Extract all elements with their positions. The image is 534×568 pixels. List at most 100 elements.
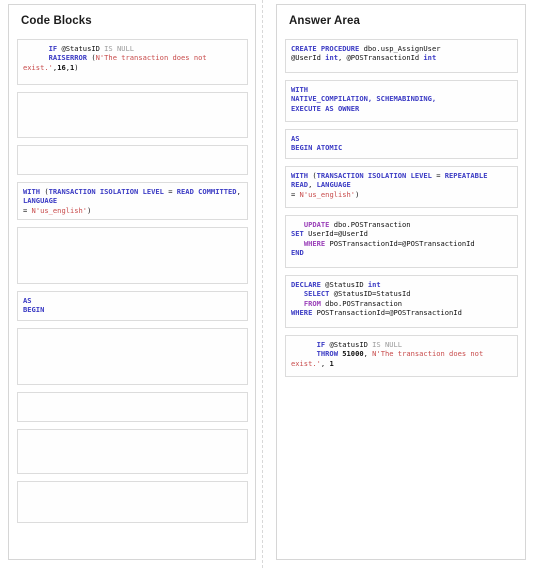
code-token: = xyxy=(431,171,445,180)
code-line: = N'us_english') xyxy=(291,190,512,199)
code-token: LANGUAGE xyxy=(23,196,58,206)
code-block[interactable]: IF @StatusID IS NULL RAISERROR (N'The tr… xyxy=(17,39,248,85)
code-blocks-list: IF @StatusID IS NULL RAISERROR (N'The tr… xyxy=(9,39,255,523)
code-token: WITH xyxy=(291,85,309,94)
code-token: = xyxy=(23,205,32,215)
code-token: N'us_english' xyxy=(31,205,88,215)
code-token: = xyxy=(163,187,177,196)
code-token: BEGIN ATOMIC xyxy=(291,143,343,153)
code-block-empty[interactable] xyxy=(17,227,248,284)
code-token: TRANSACTION ISOLATION LEVEL xyxy=(48,187,164,196)
answer-area-title: Answer Area xyxy=(289,15,360,27)
code-block[interactable]: DECLARE @StatusID int SELECT @StatusID=S… xyxy=(285,275,518,328)
code-token: , xyxy=(236,187,246,196)
code-token: @UserId xyxy=(291,53,326,63)
code-token: @StatusID xyxy=(325,340,373,349)
code-token: WITH xyxy=(23,187,41,196)
code-block[interactable]: CREATE PROCEDURE dbo.usp_AssignUser @User… xyxy=(285,39,518,73)
code-token: UserId=@UserId xyxy=(303,229,368,239)
code-token: TRANSACTION ISOLATION LEVEL xyxy=(316,171,432,180)
code-blocks-panel: Code Blocks IF @StatusID IS NULL RAISERR… xyxy=(8,4,256,560)
code-token: WHERE xyxy=(303,238,326,248)
code-line: WHERE POSTransactionId=@POSTransactionId xyxy=(291,239,512,248)
code-token: WHERE xyxy=(291,308,313,318)
code-line: END xyxy=(291,248,512,257)
code-line: WHERE POSTransactionId=@POSTransactionId xyxy=(291,308,512,317)
code-line: THROW 51000, N'The transaction does not … xyxy=(291,349,512,368)
code-token: ( xyxy=(40,187,49,196)
code-token: SELECT xyxy=(303,289,330,299)
code-line: BEGIN ATOMIC xyxy=(291,143,512,152)
code-block-empty[interactable] xyxy=(17,92,248,138)
code-line: SET UserId=@UserId xyxy=(291,229,512,238)
code-line: EXECUTE AS OWNER xyxy=(291,104,512,113)
code-token: = xyxy=(291,189,300,199)
code-token: IS NULL xyxy=(104,44,135,53)
code-token: int xyxy=(423,53,437,63)
code-block[interactable]: WITH NATIVE_COMPILATION, SCHEMABINDING, EX… xyxy=(285,80,518,122)
code-line: NATIVE_COMPILATION, SCHEMABINDING, xyxy=(291,94,512,103)
code-block-empty[interactable] xyxy=(17,481,248,523)
code-token: UPDATE xyxy=(303,220,330,229)
question-screen: Code Blocks IF @StatusID IS NULL RAISERR… xyxy=(0,0,534,568)
code-token: WITH xyxy=(291,171,309,180)
code-line: WITH (TRANSACTION ISOLATION LEVEL = READ… xyxy=(23,187,242,206)
code-line: WITH xyxy=(291,85,512,94)
code-line: UPDATE dbo.POSTransaction xyxy=(291,220,512,229)
code-block-empty[interactable] xyxy=(17,392,248,422)
code-token: @StatusID xyxy=(320,280,368,289)
code-line: AS xyxy=(291,134,512,143)
code-block[interactable]: AS BEGIN ATOMIC xyxy=(285,129,518,159)
code-line: RAISERROR (N'The transaction does not ex… xyxy=(23,53,242,72)
code-token: RAISERROR xyxy=(48,53,88,63)
code-token: @StatusID xyxy=(57,44,105,53)
code-block-empty[interactable] xyxy=(17,328,248,385)
code-token: dbo.POSTransaction xyxy=(320,298,403,308)
code-token: int xyxy=(325,53,338,63)
code-block[interactable]: AS BEGIN xyxy=(17,291,248,321)
code-line: @UserId int, @POSTransactionId int xyxy=(291,53,512,62)
code-token: POSTransactionId=@POSTransactionId xyxy=(312,308,462,318)
code-token: ) xyxy=(355,189,360,199)
code-line: WITH (TRANSACTION ISOLATION LEVEL = REPE… xyxy=(291,171,512,190)
answer-area-panel: Answer Area CREATE PROCEDURE dbo.usp_Ass… xyxy=(276,4,526,560)
code-token: CREATE PROCEDURE xyxy=(291,44,360,53)
code-line: = N'us_english') xyxy=(23,206,242,215)
code-token: END xyxy=(291,248,304,258)
code-token: AS xyxy=(23,296,32,305)
code-token: ( xyxy=(87,53,96,63)
code-line: AS xyxy=(23,296,242,305)
answer-blocks-list: CREATE PROCEDURE dbo.usp_AssignUser @User… xyxy=(277,39,525,377)
code-token: 16 xyxy=(57,62,66,72)
code-token: , xyxy=(363,349,373,359)
code-line: BEGIN xyxy=(23,305,242,314)
code-block[interactable]: WITH (TRANSACTION ISOLATION LEVEL = READ… xyxy=(17,182,248,220)
code-token: AS xyxy=(291,134,300,143)
code-token: EXECUTE AS OWNER xyxy=(291,103,360,113)
code-token: IF xyxy=(48,44,58,53)
code-token: dbo.usp_AssignUser xyxy=(359,44,441,53)
code-token: @StatusID=StatusId xyxy=(329,289,411,299)
code-line: DECLARE @StatusID int xyxy=(291,280,512,289)
code-block[interactable]: WITH (TRANSACTION ISOLATION LEVEL = REPE… xyxy=(285,166,518,208)
code-token: NATIVE_COMPILATION, SCHEMABINDING, xyxy=(291,94,437,104)
code-block[interactable]: UPDATE dbo.POSTransaction SET UserId=@Use… xyxy=(285,215,518,268)
code-token: THROW xyxy=(316,349,338,359)
code-token: , xyxy=(308,180,317,190)
code-token: dbo.POSTransaction xyxy=(329,220,411,229)
code-block-empty[interactable] xyxy=(17,145,248,175)
code-token: POSTransactionId=@POSTransactionId xyxy=(325,238,475,248)
code-token: SET xyxy=(291,229,304,239)
code-block[interactable]: IF @StatusID IS NULL THROW 51000, N'The … xyxy=(285,335,518,377)
code-line: IF @StatusID IS NULL xyxy=(291,340,512,349)
code-token: READ COMMITTED xyxy=(176,187,237,196)
code-block-empty[interactable] xyxy=(17,429,248,474)
code-token: 51000 xyxy=(342,349,364,359)
